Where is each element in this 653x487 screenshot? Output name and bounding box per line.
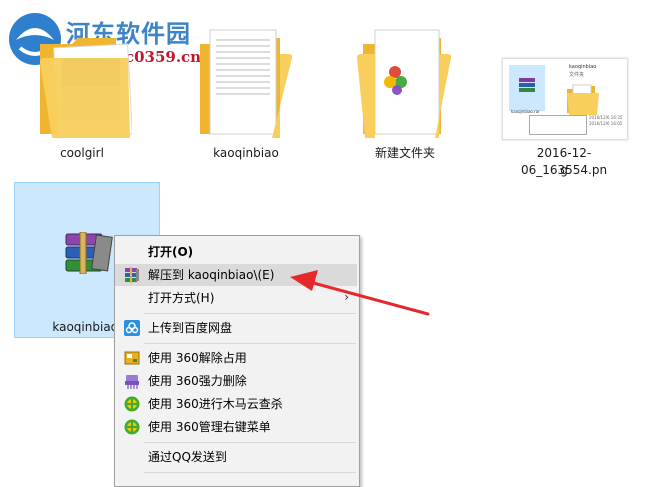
folder-icon bbox=[200, 29, 293, 138]
menu-item-label: 通过QQ发送到 bbox=[148, 450, 227, 464]
menu-item-360-unlock[interactable]: 使用 360解除占用 bbox=[115, 347, 357, 369]
menu-item-label: 解压到 kaoqinbiao\(E) bbox=[148, 268, 275, 282]
file-item-png[interactable]: kaoqinbiao 文件夹 kaoqinbiao.rar 2016/12/6 … bbox=[498, 54, 630, 182]
file-item-new-folder[interactable]: 新建文件夹 bbox=[355, 14, 455, 164]
menu-item-label: 打开(O) bbox=[148, 245, 194, 259]
360-menu-icon bbox=[124, 419, 140, 435]
menu-separator bbox=[144, 313, 356, 314]
thumb-folder-icon bbox=[567, 84, 599, 115]
360-shred-icon bbox=[125, 375, 139, 389]
file-item-coolgirl[interactable]: coolgirl bbox=[32, 14, 132, 164]
thumb-text-5: 2016/12/6 16:05 bbox=[589, 121, 623, 126]
baidu-netdisk-icon bbox=[124, 320, 140, 336]
file-name: kaoqinbiao bbox=[213, 146, 279, 160]
menu-item-send-qq[interactable]: 通过QQ发送到 bbox=[115, 446, 357, 468]
file-name: coolgirl bbox=[60, 146, 104, 160]
menu-item-label: 使用 360进行木马云查杀 bbox=[148, 397, 283, 411]
menu-item-label: 使用 360管理右键菜单 bbox=[148, 420, 271, 434]
menu-item-label: 使用 360解除占用 bbox=[148, 351, 247, 365]
menu-item-upload-baidu[interactable]: 上传到百度网盘 bbox=[115, 317, 357, 339]
winrar-archive-icon bbox=[65, 232, 113, 274]
folder-icon bbox=[40, 38, 132, 139]
menu-item-360-scan[interactable]: 使用 360进行木马云查杀 bbox=[115, 393, 357, 415]
360-scan-icon bbox=[124, 396, 140, 412]
file-name-line-2: g bbox=[560, 163, 568, 177]
file-name: 新建文件夹 bbox=[374, 146, 435, 160]
thumb-text-2: 文件夹 bbox=[569, 72, 585, 78]
winrar-icon bbox=[125, 267, 139, 283]
thumb-text-1: kaoqinbiao bbox=[569, 64, 597, 70]
thumb-text-3: kaoqinbiao.rar bbox=[511, 109, 540, 114]
menu-separator bbox=[144, 442, 356, 443]
menu-separator bbox=[144, 343, 356, 344]
thumb-tooltip bbox=[529, 115, 587, 135]
menu-item-label: 打开方式(H) bbox=[148, 291, 215, 305]
menu-item-open-with[interactable]: 打开方式(H) › bbox=[115, 287, 357, 309]
menu-item-360-manage[interactable]: 使用 360管理右键菜单 bbox=[115, 416, 357, 438]
folder-icon bbox=[357, 29, 452, 138]
file-item-kaoqinbiao-folder[interactable]: kaoqinbiao bbox=[196, 14, 296, 164]
menu-item-open[interactable]: 打开(O) bbox=[115, 241, 357, 263]
thumb-text-4: 2016/12/6 16:35 bbox=[589, 115, 623, 120]
menu-item-extract-to[interactable]: 解压到 kaoqinbiao\(E) bbox=[115, 264, 357, 286]
menu-item-360-shred[interactable]: 使用 360强力删除 bbox=[115, 370, 357, 392]
menu-item-label: 上传到百度网盘 bbox=[148, 321, 233, 335]
winrar-thumb-icon bbox=[519, 78, 535, 92]
chevron-right-icon: › bbox=[344, 290, 349, 304]
menu-item-label: 使用 360强力删除 bbox=[148, 374, 247, 388]
menu-separator bbox=[144, 472, 356, 473]
context-menu: 打开(O) 解压到 kaoqinbiao\(E) 打开方式(H) › 上传到百度… bbox=[114, 235, 360, 487]
360-unlock-icon bbox=[124, 351, 140, 365]
png-thumbnail: kaoqinbiao 文件夹 kaoqinbiao.rar 2016/12/6 … bbox=[502, 58, 628, 140]
